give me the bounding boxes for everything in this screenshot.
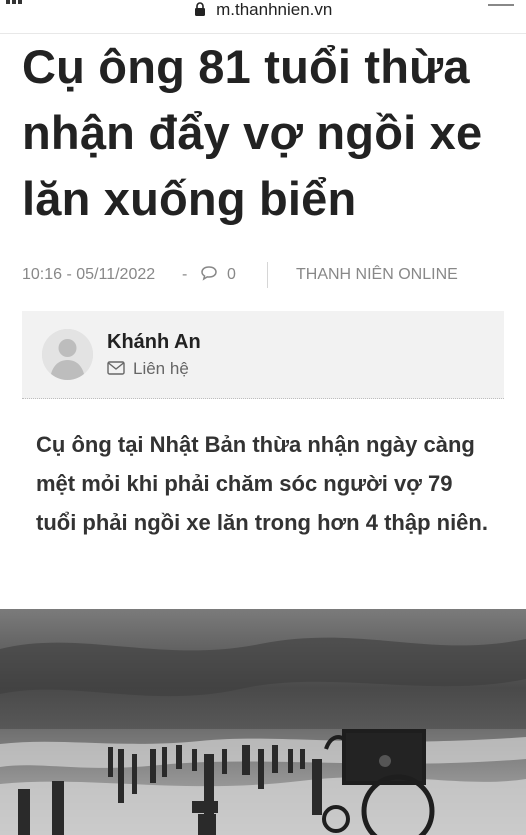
browser-url-bar[interactable]: m.thanhnien.vn <box>0 0 526 34</box>
address-field[interactable]: m.thanhnien.vn <box>0 0 526 20</box>
comment-count[interactable]: 0 <box>227 266 236 284</box>
contact-label: Liên hệ <box>133 359 189 378</box>
author-name[interactable]: Khánh An <box>107 331 201 354</box>
article-meta: 10:16 - 05/11/2022 - 0 THANH NIÊN ONLINE <box>22 262 506 288</box>
mail-icon <box>107 361 125 375</box>
comment-icon[interactable] <box>200 265 218 281</box>
article-lead: Cụ ông tại Nhật Bản thừa nhận ngày càng … <box>36 432 488 535</box>
publish-date: 10:16 - 05/11/2022 <box>22 266 156 283</box>
meta-separator: - <box>182 266 188 283</box>
meta-divider <box>267 262 268 288</box>
menu-icon[interactable] <box>488 0 514 6</box>
url-text: m.thanhnien.vn <box>216 0 333 19</box>
beach-wheelchair-image <box>0 609 526 835</box>
article-photo[interactable] <box>0 609 526 835</box>
lock-icon <box>194 2 205 16</box>
avatar[interactable] <box>42 329 93 380</box>
source-label[interactable]: THANH NIÊN ONLINE <box>296 266 458 284</box>
article-title: Cụ ông 81 tuổi thừa nhận đẩy vợ ngồi xe … <box>22 40 483 225</box>
author-box: Khánh An Liên hệ <box>22 311 504 399</box>
